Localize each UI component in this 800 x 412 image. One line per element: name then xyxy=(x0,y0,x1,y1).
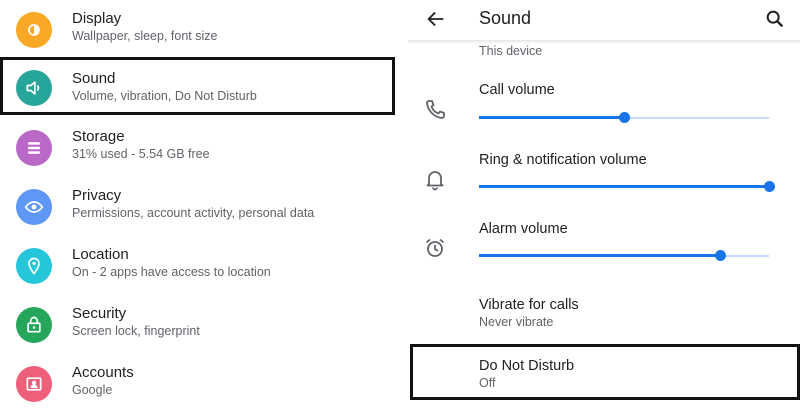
slider-thumb[interactable] xyxy=(619,112,630,123)
slider-thumb[interactable] xyxy=(764,181,775,192)
vibrate-subtitle: Never vibrate xyxy=(479,315,554,329)
settings-item-title: Accounts xyxy=(72,364,134,381)
settings-item-storage[interactable]: Storage 31% used - 5.54 GB free xyxy=(0,118,395,176)
media-output-subtitle: This device xyxy=(479,44,543,58)
location-icon xyxy=(16,248,52,284)
settings-item-location[interactable]: Location On - 2 apps have access to loca… xyxy=(0,236,395,294)
eye-icon xyxy=(16,189,52,225)
phone-icon xyxy=(426,100,445,119)
settings-item-title: Storage xyxy=(72,128,125,145)
settings-item-subtitle: Google xyxy=(72,383,113,397)
settings-item-display[interactable]: Display Wallpaper, sleep, font size xyxy=(0,0,395,58)
slider-fill xyxy=(479,254,720,257)
call-volume-slider[interactable] xyxy=(479,108,769,128)
settings-item-sound[interactable]: Sound Volume, vibration, Do Not Disturb xyxy=(0,57,395,115)
alarm-volume-slider[interactable] xyxy=(479,246,769,266)
settings-list: Display Wallpaper, sleep, font size Soun… xyxy=(0,0,402,402)
ring-volume-label: Ring & notification volume xyxy=(479,152,647,168)
storage-icon xyxy=(16,130,52,166)
settings-item-accounts[interactable]: Accounts Google xyxy=(0,354,395,412)
page-title: Sound xyxy=(479,8,532,28)
settings-item-title: Sound xyxy=(72,70,116,87)
dnd-title: Do Not Disturb xyxy=(479,358,575,374)
settings-item-subtitle: On - 2 apps have access to location xyxy=(72,265,271,279)
settings-item-title: Privacy xyxy=(72,187,122,204)
alarm-icon xyxy=(425,238,445,257)
settings-item-title: Security xyxy=(72,305,127,322)
do-not-disturb-item[interactable]: Do Not Disturb Off xyxy=(410,344,800,400)
sound-settings-screen: Sound This device Call volume Ring & not… xyxy=(408,0,800,400)
bell-icon xyxy=(426,171,444,191)
settings-item-title: Location xyxy=(72,246,129,263)
settings-item-subtitle: Volume, vibration, Do Not Disturb xyxy=(72,89,257,103)
settings-item-subtitle: Wallpaper, sleep, font size xyxy=(72,29,218,43)
account-icon xyxy=(16,366,52,402)
settings-item-title: Display xyxy=(72,10,122,27)
lock-icon xyxy=(16,307,52,343)
settings-item-subtitle: Screen lock, fingerprint xyxy=(72,324,200,338)
app-bar: Sound xyxy=(408,0,800,40)
settings-item-security[interactable]: Security Screen lock, fingerprint xyxy=(0,295,395,353)
volume-icon xyxy=(16,70,52,106)
settings-item-subtitle: Permissions, account activity, personal … xyxy=(72,206,315,220)
vibrate-for-calls-item[interactable]: Vibrate for calls Never vibrate xyxy=(408,288,800,338)
search-icon[interactable] xyxy=(764,8,786,30)
call-volume-label: Call volume xyxy=(479,82,555,98)
dnd-subtitle: Off xyxy=(479,376,496,390)
back-arrow-icon[interactable] xyxy=(425,8,447,30)
alarm-volume-label: Alarm volume xyxy=(479,221,568,237)
slider-fill xyxy=(479,116,624,119)
display-icon xyxy=(16,12,52,48)
settings-item-privacy[interactable]: Privacy Permissions, account activity, p… xyxy=(0,177,395,235)
ring-volume-slider[interactable] xyxy=(479,177,775,197)
settings-item-subtitle: 31% used - 5.54 GB free xyxy=(72,147,210,161)
slider-thumb[interactable] xyxy=(714,250,726,261)
vibrate-title: Vibrate for calls xyxy=(479,297,579,313)
slider-fill xyxy=(479,185,769,188)
app-bar-shadow xyxy=(408,40,800,44)
